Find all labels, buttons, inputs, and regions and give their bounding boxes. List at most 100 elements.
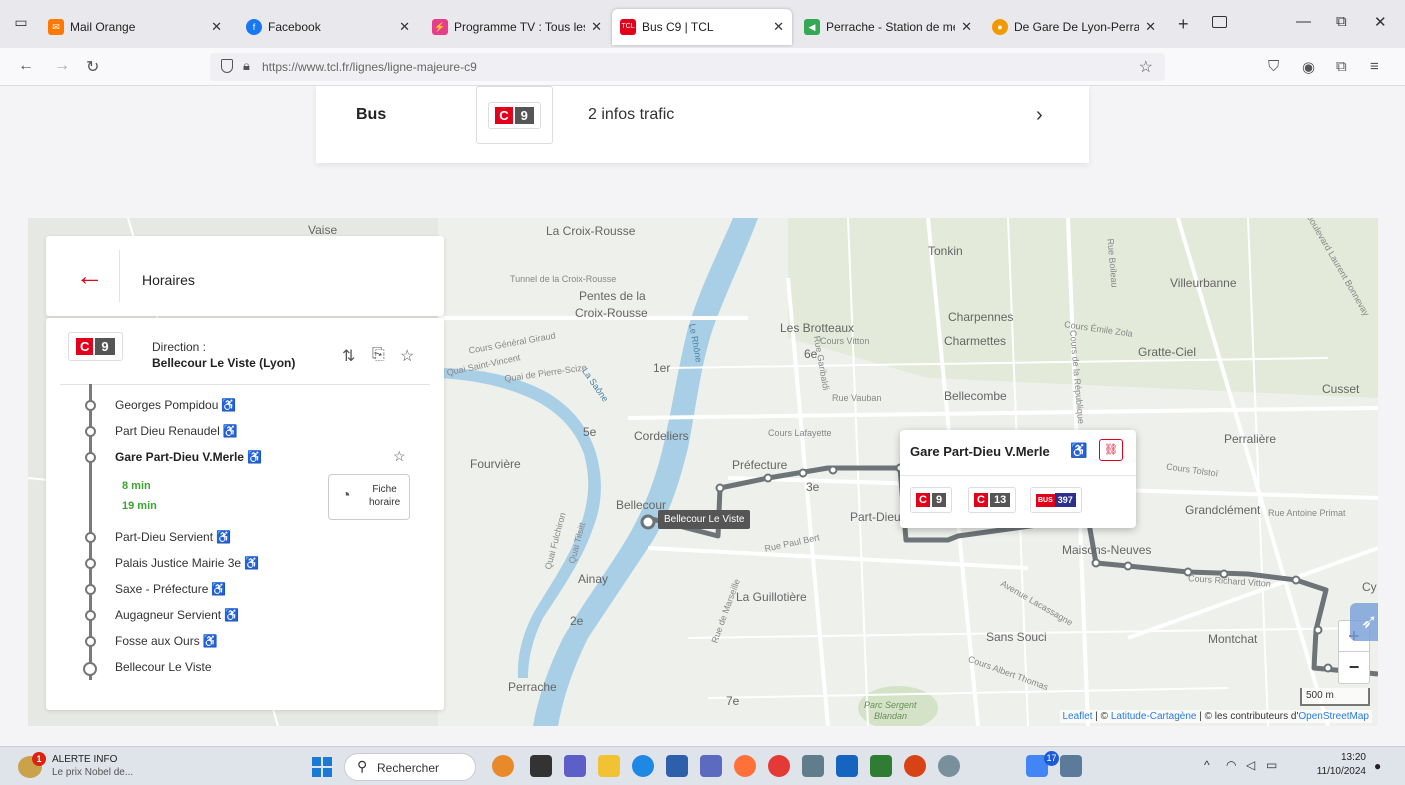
chevron-up-icon[interactable]: ^ [1204,758,1210,772]
stop-item[interactable]: Part Dieu Renaudel ♿ [60,422,430,442]
stop-item[interactable]: Palais Justice Mairie 3e ♿ [60,554,430,574]
menu-icon[interactable]: ≡ [1370,58,1379,75]
facebook-icon: f [246,19,262,35]
terminus-marker[interactable] [640,514,656,530]
favorite-star-icon[interactable]: ☆ [393,448,406,465]
settings-gear-icon[interactable] [938,755,960,777]
stop-item[interactable]: Part-Dieu Servient ♿ [60,528,430,548]
wifi-icon[interactable]: ◠ [1226,758,1236,772]
pdf-icon[interactable]: ⎘ [372,346,385,364]
leaflet-link[interactable]: Leaflet [1063,711,1093,722]
forward-arrow-icon[interactable]: → [54,57,70,75]
tab-menu-icon[interactable]: ▭ [12,14,30,32]
extensions-icon[interactable]: ⧉ [1336,58,1347,75]
close-icon[interactable]: ✕ [399,19,410,35]
map-label-brotteaux: Les Brotteaux [780,321,855,335]
map-label-gratte-ciel: Gratte-Ciel [1138,345,1197,359]
tab-mail-orange[interactable]: ✉ Mail Orange ✕ [40,8,230,46]
stop-item-terminus[interactable]: Bellecour Le Viste [60,658,430,678]
app-icon[interactable] [1060,755,1082,777]
latitude-link[interactable]: Latitude-Cartagène [1111,711,1197,722]
osm-link[interactable]: OpenStreetMap [1298,711,1369,722]
firefox-icon[interactable] [734,755,756,777]
stop-item[interactable]: Saxe - Préfecture ♿ [60,580,430,600]
stop-dot [85,636,96,647]
map-label-cours-vitton: Cours Vitton [820,336,870,346]
close-icon[interactable]: ✕ [211,19,222,35]
stop-item[interactable]: Fosse aux Ours ♿ [60,632,430,652]
tab-perrache-metro[interactable]: ◀ Perrache - Station de métro ✕ [796,8,980,46]
teams-icon[interactable] [564,755,586,777]
red-app-icon[interactable] [768,755,790,777]
close-icon[interactable]: ✕ [961,19,972,35]
word-icon[interactable] [836,755,858,777]
stop-item-selected[interactable]: Gare Part-Dieu V.Merle ♿ ☆ [60,448,430,468]
wheelchair-icon: ♿ [1070,442,1088,458]
volume-icon[interactable]: ◁ [1246,758,1255,772]
close-window-icon[interactable]: ✕ [1374,13,1387,31]
powerpoint-icon[interactable] [904,755,926,777]
popup-line-c13[interactable]: C 13 [968,487,1017,513]
map-label-vaise: Vaise [308,223,338,237]
store-icon[interactable] [666,755,688,777]
terminus-dot [83,662,97,676]
back-arrow-icon[interactable]: ← [60,250,120,302]
minimize-icon[interactable]: — [1296,13,1311,30]
excel-icon[interactable] [870,755,892,777]
list-tabs-icon[interactable] [1212,16,1227,28]
terminal-icon[interactable] [530,755,552,777]
file-explorer-icon[interactable] [598,755,620,777]
halloween-widget-icon[interactable] [492,755,514,777]
close-icon[interactable]: ✕ [591,19,602,35]
zoom-out-button[interactable]: − [1339,652,1369,683]
stop-dot [85,558,96,569]
tcl-icon: TCL [620,19,636,35]
url-bar[interactable]: 🔒︎ https://www.tcl.fr/lignes/ligne-majeu… [210,53,1165,81]
tab-programme-tv[interactable]: ⚡ Programme TV : Tous les prc ✕ [424,8,610,46]
account-icon[interactable]: ◉ [1302,58,1315,76]
battery-icon[interactable]: ▭ [1266,758,1277,772]
stop-item[interactable]: Georges Pompidou ♿ [60,396,430,416]
fiche-horaire-button[interactable]: ◔ Fiche horaire [328,474,410,520]
stop-list: Georges Pompidou ♿ Part Dieu Renaudel ♿ Ga… [60,384,430,684]
taskbar-clock[interactable]: 13:20 11/10/2024 [1300,751,1366,779]
map-label-cordeliers: Cordeliers [634,429,689,443]
reload-icon[interactable]: ↻ [86,57,99,77]
tab-bus-c9-tcl[interactable]: TCL Bus C9 | TCL ✕ [612,9,792,45]
wheelchair-icon: ♿ [202,634,218,648]
pocket-icon[interactable]: ⛉ [1268,58,1279,75]
windows-start-icon[interactable] [312,757,332,777]
connections-icon[interactable]: ⛓ [1099,439,1123,461]
trafic-info-card[interactable]: Bus C 9 2 infos trafic › [316,86,1089,163]
stop-name: Augagneur Servient ♿ [115,608,240,622]
map-label-pentes-2: Croix-Rousse [575,306,648,320]
tab-facebook[interactable]: f Facebook ✕ [238,8,418,46]
schedule-clock-icon: ◔ [341,487,351,504]
locate-icon[interactable]: ➶ [1350,603,1378,641]
edge-icon[interactable] [632,755,654,777]
calculator-icon[interactable] [802,755,824,777]
swap-direction-icon[interactable]: ⇅ [342,346,355,366]
restore-icon[interactable]: ⧉ [1336,13,1347,30]
new-tab-plus-icon[interactable]: + [1178,14,1189,35]
close-icon[interactable]: ✕ [1145,19,1156,35]
tab-gare-de-lyon[interactable]: ● De Gare De Lyon-Perrache à ✕ [984,8,1164,46]
url-text[interactable]: https://www.tcl.fr/lignes/ligne-majeure-… [262,60,477,74]
tracking-shield-icon[interactable] [221,59,233,73]
stop-popup[interactable]: Gare Part-Dieu V.Merle ♿ ⛓ C 9 C 13 BUS … [900,430,1136,528]
map-label-perraliere: Perralière [1224,432,1277,446]
popup-line-397[interactable]: BUS 397 [1030,487,1082,513]
popup-line-c9[interactable]: C 9 [910,487,953,513]
photos-icon[interactable] [700,755,722,777]
transport-mode: Bus [356,106,387,123]
chevron-right-icon[interactable]: › [1036,104,1043,127]
news-alert-widget[interactable]: 1 ALERTE INFO Le prix Nobel de... [18,752,168,782]
back-arrow-icon[interactable]: ← [18,57,34,75]
lock-icon[interactable]: 🔒︎ [243,58,250,74]
bookmark-star-icon[interactable]: ☆ [1139,57,1153,77]
notification-bell-icon[interactable]: ● [1374,759,1381,773]
taskbar-search[interactable]: ⚲ Rechercher [344,753,476,781]
favorite-star-icon[interactable]: ☆ [400,346,414,366]
stop-item[interactable]: Augagneur Servient ♿ [60,606,430,626]
close-icon[interactable]: ✕ [773,19,784,35]
